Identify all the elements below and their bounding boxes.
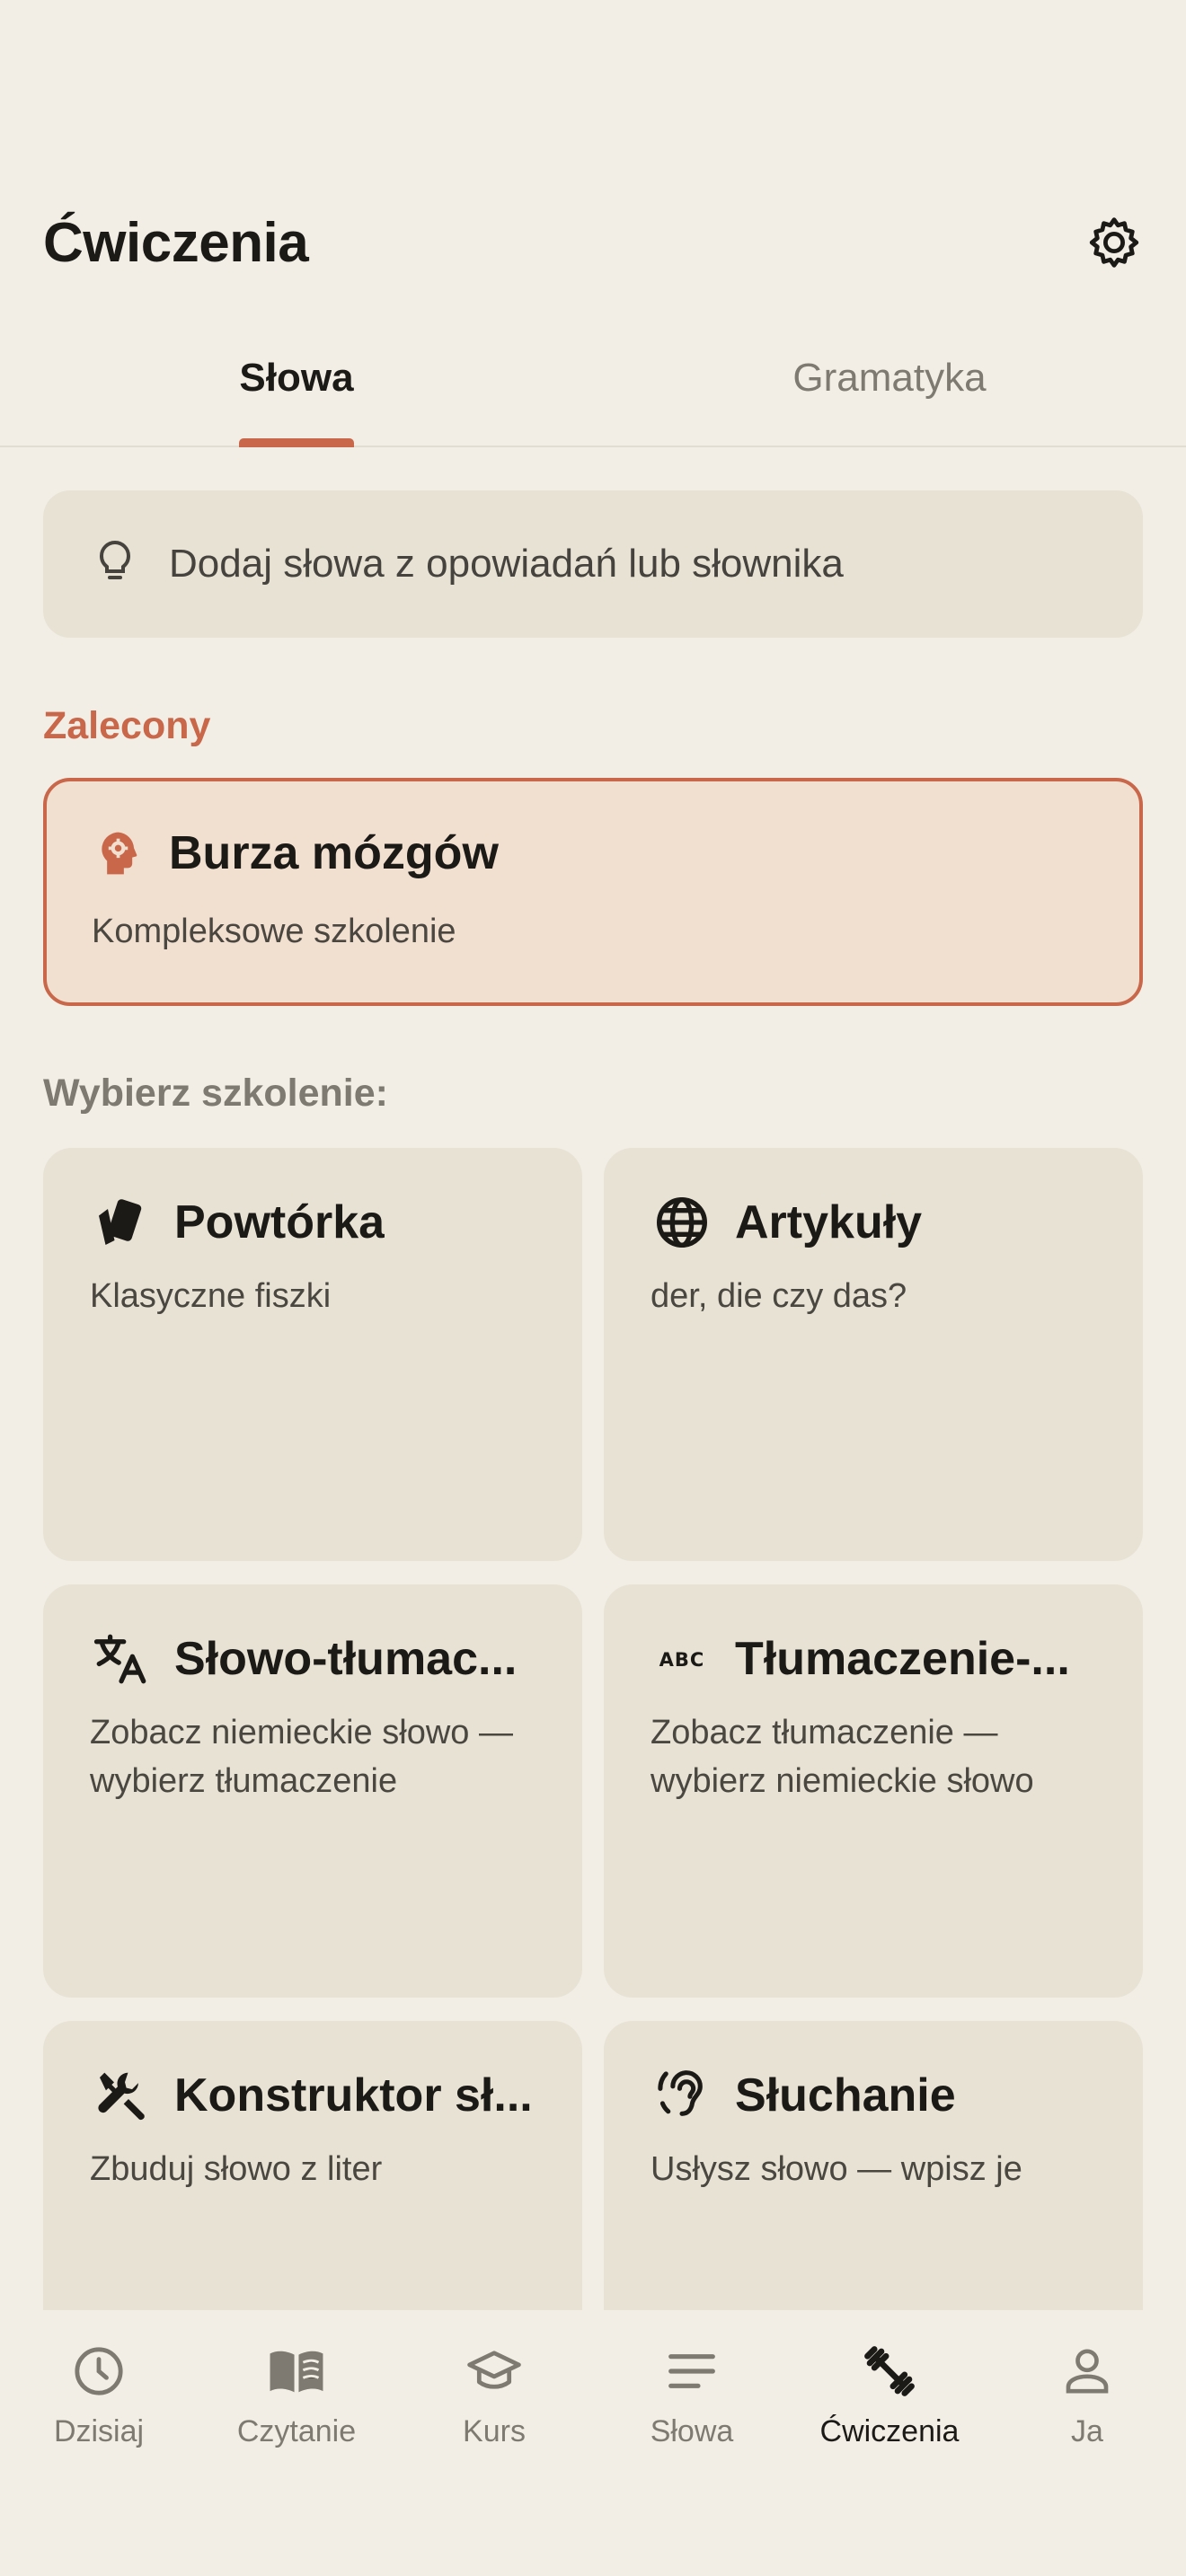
clock-icon bbox=[70, 2342, 128, 2400]
nav-item-words[interactable]: Słowa bbox=[593, 2310, 791, 2576]
training-title: Powtórka bbox=[174, 1196, 385, 1248]
page-title: Ćwiczenia bbox=[43, 211, 309, 274]
training-title: Konstruktor sł... bbox=[174, 2069, 533, 2122]
tab-bar: Słowa Gramatyka bbox=[0, 332, 1186, 447]
training-title: Tłumaczenie-... bbox=[735, 1633, 1070, 1685]
svg-text:ABC: ABC bbox=[659, 1649, 705, 1671]
recommended-label: Zalecony bbox=[43, 704, 211, 747]
ear-icon bbox=[651, 2064, 713, 2127]
training-title: Artykuły bbox=[735, 1196, 923, 1248]
translate-icon bbox=[90, 1628, 153, 1690]
nav-item-exercises[interactable]: Ćwiczenia bbox=[791, 2310, 988, 2576]
header: Ćwiczenia bbox=[43, 198, 1143, 287]
settings-gear-icon[interactable] bbox=[1085, 214, 1143, 271]
recommended-card-brainstorm[interactable]: Burza mózgów Kompleksowe szkolenie bbox=[43, 778, 1143, 1006]
nav-item-reading[interactable]: Czytanie bbox=[198, 2310, 395, 2576]
nav-label: Ćwiczenia bbox=[819, 2414, 960, 2448]
nav-label: Kurs bbox=[463, 2414, 526, 2448]
nav-label: Dzisiaj bbox=[53, 2414, 145, 2448]
nav-item-me[interactable]: Ja bbox=[988, 2310, 1186, 2576]
nav-label: Czytanie bbox=[236, 2414, 357, 2448]
nav-label: Ja bbox=[1071, 2414, 1103, 2448]
nav-label: Słowa bbox=[650, 2414, 734, 2448]
training-subtitle: Usłysz słowo — wpisz je bbox=[651, 2150, 1022, 2188]
abc-icon: ABC bbox=[651, 1628, 713, 1690]
tools-icon bbox=[90, 2064, 153, 2127]
person-icon bbox=[1058, 2342, 1116, 2400]
training-card-review[interactable]: Powtórka Klasyczne fiszki bbox=[43, 1148, 582, 1561]
dumbbell-icon bbox=[861, 2342, 918, 2400]
training-card-articles[interactable]: Artykuły der, die czy das? bbox=[604, 1148, 1143, 1561]
training-title: Słowo-tłumac... bbox=[174, 1633, 518, 1685]
training-subtitle: der, die czy das? bbox=[651, 1277, 907, 1315]
nav-item-course[interactable]: Kurs bbox=[395, 2310, 593, 2576]
training-card-translation-word[interactable]: ABC Tłumaczenie-... Zobacz tłumaczenie —… bbox=[604, 1584, 1143, 1998]
tab-words-label: Słowa bbox=[239, 356, 354, 400]
globe-icon bbox=[651, 1191, 713, 1254]
tab-grammar-label: Gramatyka bbox=[792, 356, 987, 400]
tab-words[interactable]: Słowa bbox=[0, 332, 593, 447]
training-subtitle: Zbuduj słowo z liter bbox=[90, 2150, 383, 2188]
hint-text: Dodaj słowa z opowiadań lub słownika bbox=[169, 542, 844, 586]
recommended-title: Burza mózgów bbox=[169, 827, 499, 879]
exercises-screen: Ćwiczenia Słowa Gramatyka Dodaj słowa z … bbox=[0, 0, 1186, 2576]
cards-icon bbox=[90, 1191, 153, 1254]
graduation-cap-icon bbox=[465, 2342, 523, 2400]
bottom-navigation: Dzisiaj Czytanie Kurs Słowa Ćwiczenia Ja bbox=[0, 2310, 1186, 2576]
training-subtitle: Klasyczne fiszki bbox=[90, 1277, 332, 1315]
active-tab-indicator bbox=[239, 438, 354, 447]
choose-training-label: Wybierz szkolenie: bbox=[43, 1072, 388, 1115]
recommended-subtitle: Kompleksowe szkolenie bbox=[92, 913, 456, 950]
tab-grammar[interactable]: Gramatyka bbox=[593, 332, 1186, 446]
hint-banner: Dodaj słowa z opowiadań lub słownika bbox=[43, 490, 1143, 638]
book-icon bbox=[268, 2342, 325, 2400]
lightbulb-icon bbox=[93, 537, 137, 592]
training-card-word-translation[interactable]: Słowo-tłumac... Zobacz niemieckie słowo … bbox=[43, 1584, 582, 1998]
lines-icon bbox=[663, 2342, 721, 2400]
brain-gear-icon bbox=[92, 826, 146, 880]
training-subtitle: Zobacz tłumaczenie — wybierz niemieckie … bbox=[651, 1714, 1034, 1800]
training-subtitle: Zobacz niemieckie słowo — wybierz tłumac… bbox=[90, 1714, 513, 1800]
nav-item-today[interactable]: Dzisiaj bbox=[0, 2310, 198, 2576]
training-title: Słuchanie bbox=[735, 2069, 956, 2122]
